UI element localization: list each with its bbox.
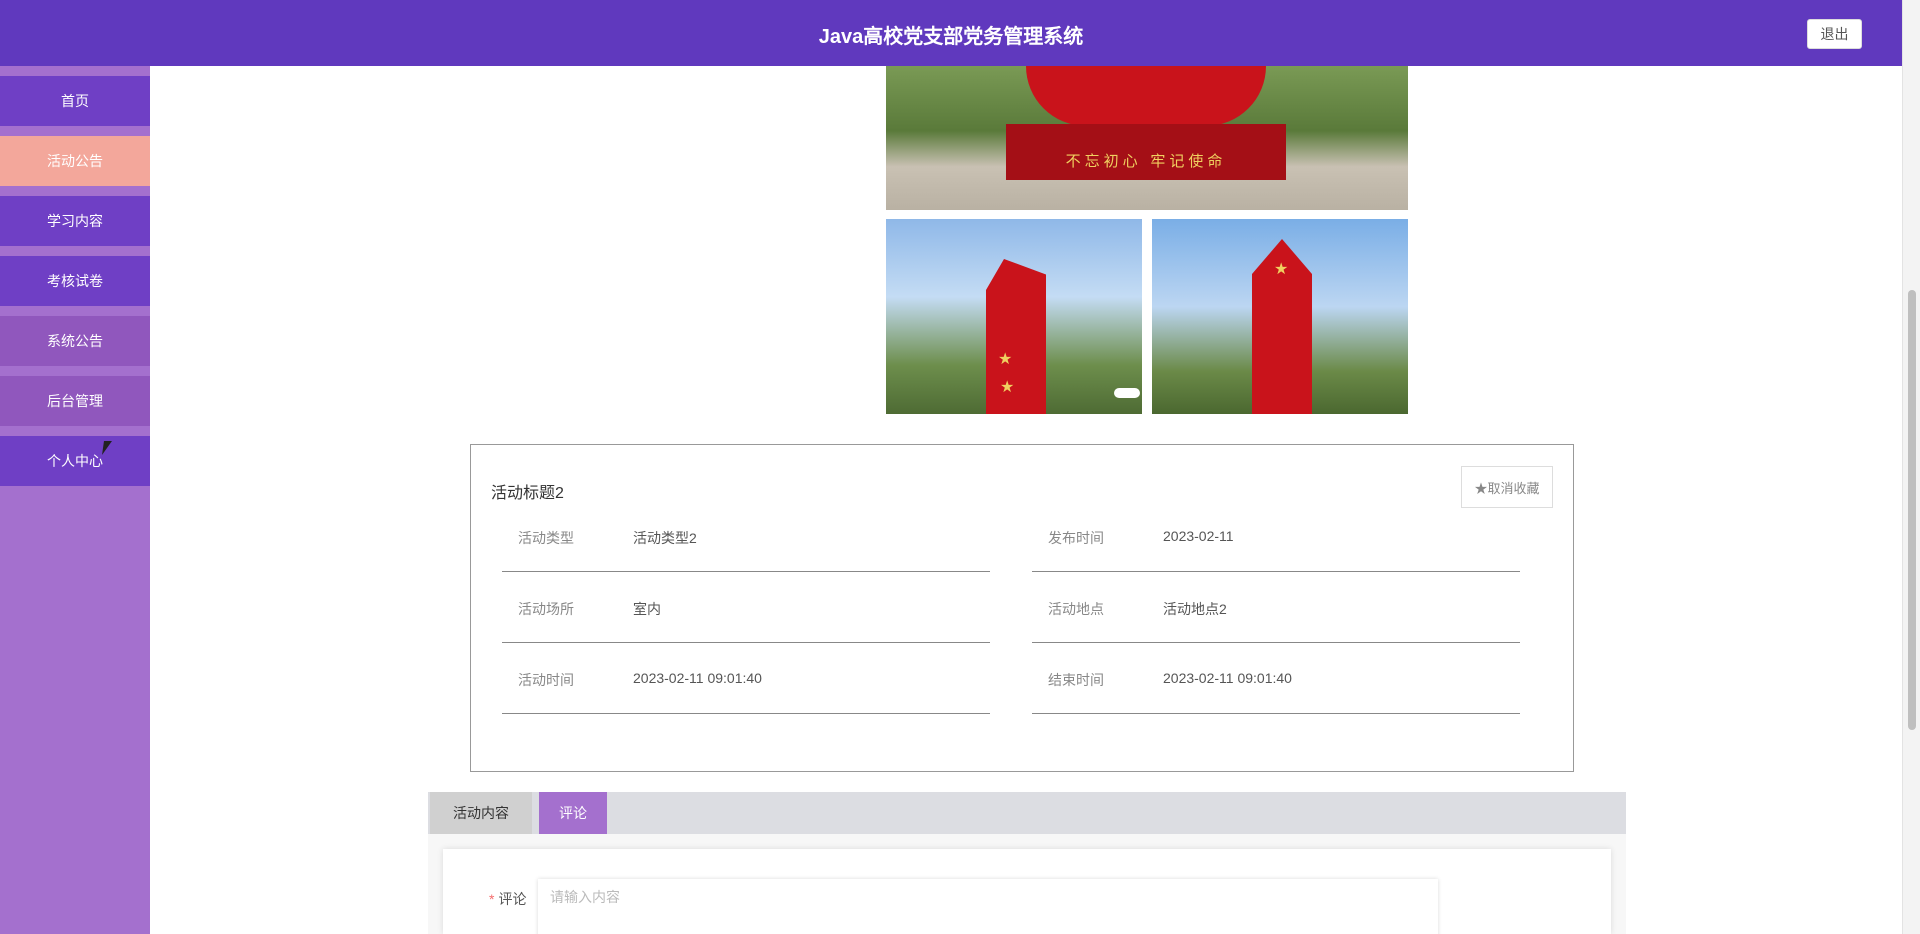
star-icon: ★ [1000,379,1015,396]
field-label: 活动类型 [518,530,574,546]
field-label: 发布时间 [1048,530,1104,546]
comment-form: * 评论 [443,849,1611,934]
field-activity-type: 活动类型 活动类型2 [502,500,990,572]
field-label: 活动地点 [1048,601,1104,617]
field-activity-location: 活动地点 活动地点2 [1032,571,1520,643]
field-activity-venue: 活动场所 室内 [502,571,990,643]
field-value: 2023-02-11 [1163,528,1234,544]
comment-input[interactable] [538,879,1438,934]
field-value: 2023-02-11 09:01:40 [1163,670,1292,686]
carousel-dot-indicator[interactable] [1114,388,1140,398]
top-header: Java高校党支部党务管理系统 退出 [0,0,1902,66]
carousel-image-flag-right[interactable]: ★ [1152,219,1408,414]
field-label: 结束时间 [1048,672,1104,688]
flag-sculpture [986,259,1046,414]
tab-comment[interactable]: 评论 [539,792,607,834]
required-mark: * [489,891,495,907]
field-activity-time: 活动时间 2023-02-11 09:01:40 [502,642,990,714]
scrollbar-thumb[interactable] [1908,290,1916,730]
comment-label-text: 评论 [498,891,527,907]
sidebar-item-admin[interactable]: 后台管理 [0,376,150,426]
field-label: 活动时间 [518,672,574,688]
star-icon: ★ [998,351,1013,368]
sidebar: 首页 活动公告 学习内容 考核试卷 系统公告 后台管理 个人中心 [0,66,150,934]
field-end-time: 结束时间 2023-02-11 09:01:40 [1032,642,1520,714]
field-label: 活动场所 [518,601,574,617]
comment-label: * 评论 [489,889,526,909]
carousel-image-monument[interactable]: 不忘初心 牢记使命 [886,66,1408,210]
field-publish-time: 发布时间 2023-02-11 [1032,500,1520,572]
field-value: 活动地点2 [1163,601,1227,617]
sidebar-item-system-notice[interactable]: 系统公告 [0,316,150,366]
monument-shape [1026,66,1266,126]
field-value: 2023-02-11 09:01:40 [633,670,762,686]
sidebar-item-home[interactable]: 首页 [0,76,150,126]
sidebar-item-study-content[interactable]: 学习内容 [0,196,150,246]
star-icon: ★ [1274,261,1289,278]
field-value: 室内 [633,601,661,617]
detail-tabs: 活动内容 评论 [428,792,1626,834]
field-value: 活动类型2 [633,530,697,546]
monument-slogan: 不忘初心 牢记使命 [1065,152,1227,170]
carousel-image-flag-left[interactable]: ★ ★ [886,219,1142,414]
sidebar-item-exam-paper[interactable]: 考核试卷 [0,256,150,306]
app-title: Java高校党支部党务管理系统 [818,26,1084,48]
page-scrollbar[interactable] [1902,0,1920,934]
logout-button[interactable]: 退出 [1807,19,1862,49]
comment-panel: * 评论 [428,834,1626,934]
star-icon: ★ [1474,480,1488,496]
sidebar-item-personal-center[interactable]: 个人中心 [0,436,150,486]
sidebar-item-activity-notice[interactable]: 活动公告 [0,136,150,186]
tab-activity-content[interactable]: 活动内容 [430,792,532,834]
activity-detail-card: 活动标题2 ★取消收藏 活动类型 活动类型2 发布时间 2023-02-11 活… [470,444,1574,772]
unfavorite-label: 取消收藏 [1487,480,1540,496]
